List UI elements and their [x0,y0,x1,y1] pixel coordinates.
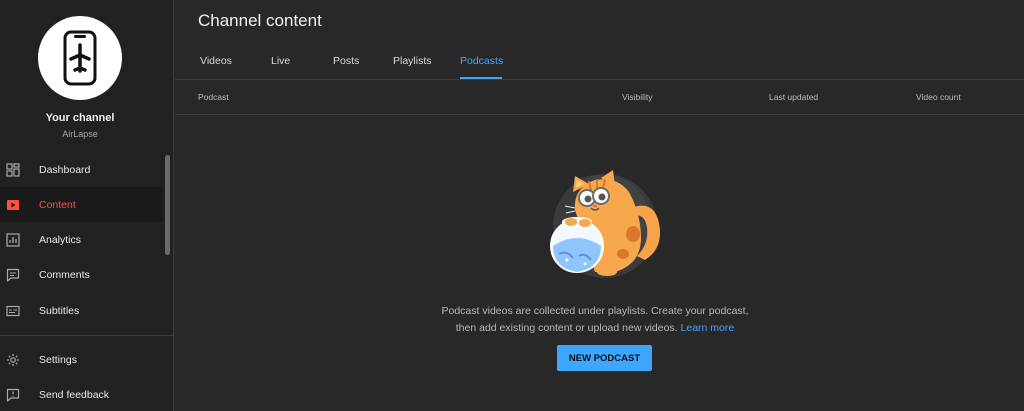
main-content: Channel content Videos Live Posts Playli… [175,0,1024,411]
app-root: Your channel AirLapse Dashboard Content … [0,0,1024,411]
sidebar-item-subtitles[interactable]: Subtitles [0,293,163,328]
page-title: Channel content [198,11,322,30]
sidebar-item-label: Dashboard [39,163,91,176]
cat-fishbowl-illustration [550,170,661,278]
sidebar-item-dashboard[interactable]: Dashboard [0,152,163,187]
comments-icon [6,268,20,282]
sidebar-item-send-feedback[interactable]: Send feedback [0,377,163,411]
learn-more-link[interactable]: Learn more [681,322,735,334]
tab-live[interactable]: Live [271,55,290,67]
channel-name: Your channel [45,112,115,124]
column-header-podcast[interactable]: Podcast [198,92,229,102]
dashboard-icon [6,162,20,177]
sidebar-item-comments[interactable]: Comments [0,257,163,292]
empty-state-message: Podcast videos are collected under playl… [405,303,785,337]
sidebar: Your channel AirLapse Dashboard Content … [0,0,174,411]
new-podcast-button[interactable]: NEW PODCAST [557,345,652,371]
tab-bar: Videos Live Posts Playlists Podcasts [175,44,1024,80]
tab-playlists[interactable]: Playlists [393,55,432,67]
sidebar-item-label: Settings [39,353,77,366]
column-header-video-count[interactable]: Video count [916,92,961,102]
sidebar-divider [0,335,174,336]
column-header-visibility[interactable]: Visibility [622,92,653,102]
feedback-icon [6,388,20,402]
sidebar-item-label: Subtitles [39,304,80,317]
sidebar-item-label: Analytics [39,233,82,246]
sidebar-item-settings[interactable]: Settings [0,342,163,377]
sidebar-item-content[interactable]: Content [0,187,163,222]
sidebar-item-label: Send feedback [39,388,110,401]
sidebar-item-label: Content [39,198,76,211]
channel-avatar[interactable] [38,16,122,100]
subtitles-icon [6,304,20,318]
header-divider [175,114,1024,115]
channel-handle: AirLapse [62,129,98,139]
sidebar-item-label: Comments [39,268,90,281]
column-header-last-updated[interactable]: Last updated [769,92,818,102]
sidebar-scrollbar[interactable] [165,155,170,255]
sidebar-item-analytics[interactable]: Analytics [0,222,163,257]
empty-state-line-1: Podcast videos are collected under playl… [441,305,749,317]
content-icon [6,198,20,212]
analytics-icon [6,232,20,247]
empty-state-line-2: then add existing content or upload new … [405,320,785,337]
empty-state-line-2-text: then add existing content or upload new … [455,322,678,334]
tab-videos[interactable]: Videos [200,55,232,67]
active-tab-indicator [460,77,502,79]
gear-icon [6,353,20,367]
tab-podcasts[interactable]: Podcasts [460,55,503,67]
phone-airplane-icon [63,30,97,86]
tab-posts[interactable]: Posts [333,55,359,67]
